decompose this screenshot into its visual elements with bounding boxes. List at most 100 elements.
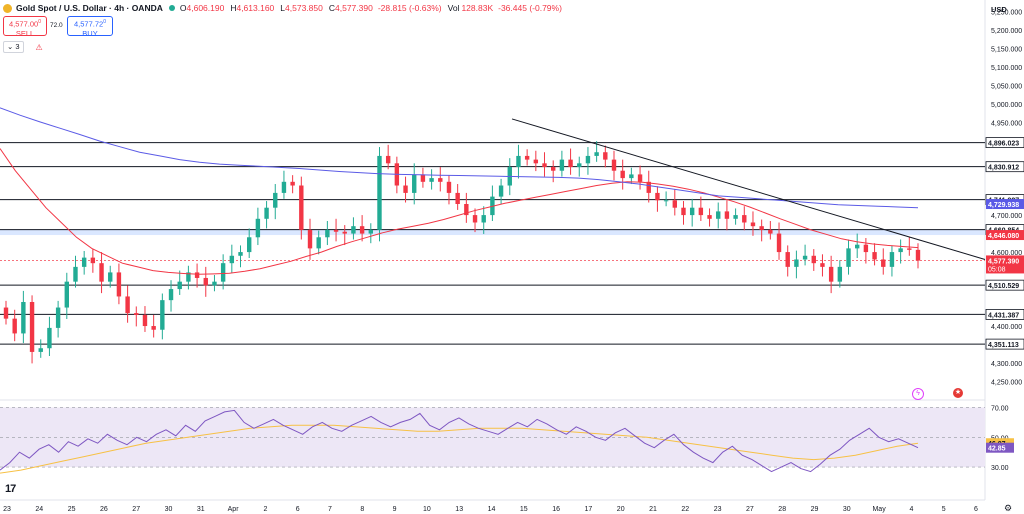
x-tick-label: 30 [843,506,851,513]
candle-body [220,263,226,282]
candle-body [889,252,895,267]
change-value: -28.815 (-0.63%) [377,3,442,13]
level-label: 4,830.912 [988,165,1019,172]
x-tick-label: 20 [617,506,625,513]
y-tick-label: 5,200.000 [991,28,1022,35]
candle-body [585,155,591,164]
candle-body [12,318,17,334]
candle-body [255,218,261,238]
candle-body [125,296,130,314]
candle-body [776,233,782,253]
candle-body [342,231,347,234]
candle-body [151,326,156,330]
y-tick-label: 4,250.000 [991,380,1022,387]
candle-body [446,181,452,193]
candle-body [620,170,625,179]
buy-label: BUY [82,28,98,38]
symbol-header[interactable]: Gold Spot / U.S. Dollar · 4h · OANDA O 4,… [0,0,564,16]
candle-body [533,159,539,164]
sell-label: SELL [15,28,35,38]
candle-body [177,281,182,290]
candle-body [412,174,417,193]
candle-body [99,263,104,282]
candle-body [377,155,382,230]
x-tick-label: 6 [296,506,300,513]
candle-body [203,277,208,286]
candle-body [915,249,921,261]
candle-body [238,252,243,256]
candle-body [577,163,582,168]
x-tick-label: 15 [520,506,528,513]
x-tick-label: 9 [393,506,397,513]
candle-body [247,237,252,253]
candle-body [351,226,356,234]
candle-body [559,159,565,171]
x-tick-label: 23 [3,506,11,513]
candle-body [307,229,313,249]
us-flag-icon[interactable]: ★ [953,388,963,398]
chart-canvas[interactable]: 5,250.0005,200.0005,150.0005,100.0005,05… [0,0,1024,514]
indicators-toggle[interactable]: ⌄ 3 ⚠ [3,41,43,53]
candle-body [385,155,391,164]
sell-price: 4,577.000 [9,19,41,29]
x-tick-label: 16 [552,506,560,513]
high-value: 4,613.160 [236,3,275,13]
y-tick-label: 4,300.000 [991,361,1022,368]
candle-body [212,281,217,286]
x-tick-label: 7 [328,506,332,513]
candle-body [73,266,78,282]
candle-body [637,174,643,182]
candle-body [785,252,790,267]
candle-body [881,259,886,267]
gold-logo-icon [3,3,12,13]
candle-body [768,229,773,234]
candle-body [403,185,408,193]
candle-body [689,207,695,216]
candle-body [872,252,877,260]
open-value: 4,606.190 [186,3,225,13]
candle-body [325,229,330,238]
x-tick-label: 2 [263,506,267,513]
x-tick-label: 29 [811,506,819,513]
y-tick-label: 4,700.000 [991,213,1022,220]
x-tick-label: 6 [974,506,978,513]
candle-body [438,178,443,182]
candle-body [368,229,373,234]
candle-body [90,257,96,264]
alert-icon[interactable]: ⚠ [36,43,43,52]
candle-body [264,207,269,219]
candle-body [47,327,52,349]
low-value: 4,573.850 [285,3,323,13]
candle-body [629,174,634,179]
spread-value: 72.0 [50,22,63,29]
buy-button[interactable]: 4,577.720 BUY [67,16,113,38]
y-tick-label: 5,050.000 [991,84,1022,91]
settings-gear-icon[interactable]: ⚙ [1004,504,1012,514]
x-tick-label: 26 [100,506,108,513]
level-label: 4,431.387 [988,312,1019,319]
candle-body [907,248,912,250]
flash-icon[interactable]: ϟ [912,388,924,400]
x-tick-label: 22 [681,506,689,513]
candle-body [3,307,9,319]
candle-body [229,255,235,264]
candle-body [524,155,530,160]
sell-button[interactable]: 4,577.000 SELL [3,16,47,38]
level-label: 4,896.023 [988,141,1019,148]
candle-body [681,207,686,216]
open-label: O [179,3,187,13]
volume-label: Vol [447,3,460,13]
candle-body [846,248,851,267]
currency-label[interactable]: USD [991,5,1007,14]
candle-body [420,174,426,182]
candle-body [863,244,869,253]
y-tick-label: 4,950.000 [991,121,1022,128]
candle-body [855,244,860,249]
y-tick-label: 5,150.000 [991,47,1022,54]
market-open-icon [168,5,175,11]
candle-body [194,272,200,278]
candle-body [759,226,764,230]
indicators-count[interactable]: ⌄ 3 [3,41,24,53]
y-tick-label: 4,400.000 [991,324,1022,331]
symbol-title[interactable]: Gold Spot / U.S. Dollar · 4h · OANDA [16,3,163,13]
